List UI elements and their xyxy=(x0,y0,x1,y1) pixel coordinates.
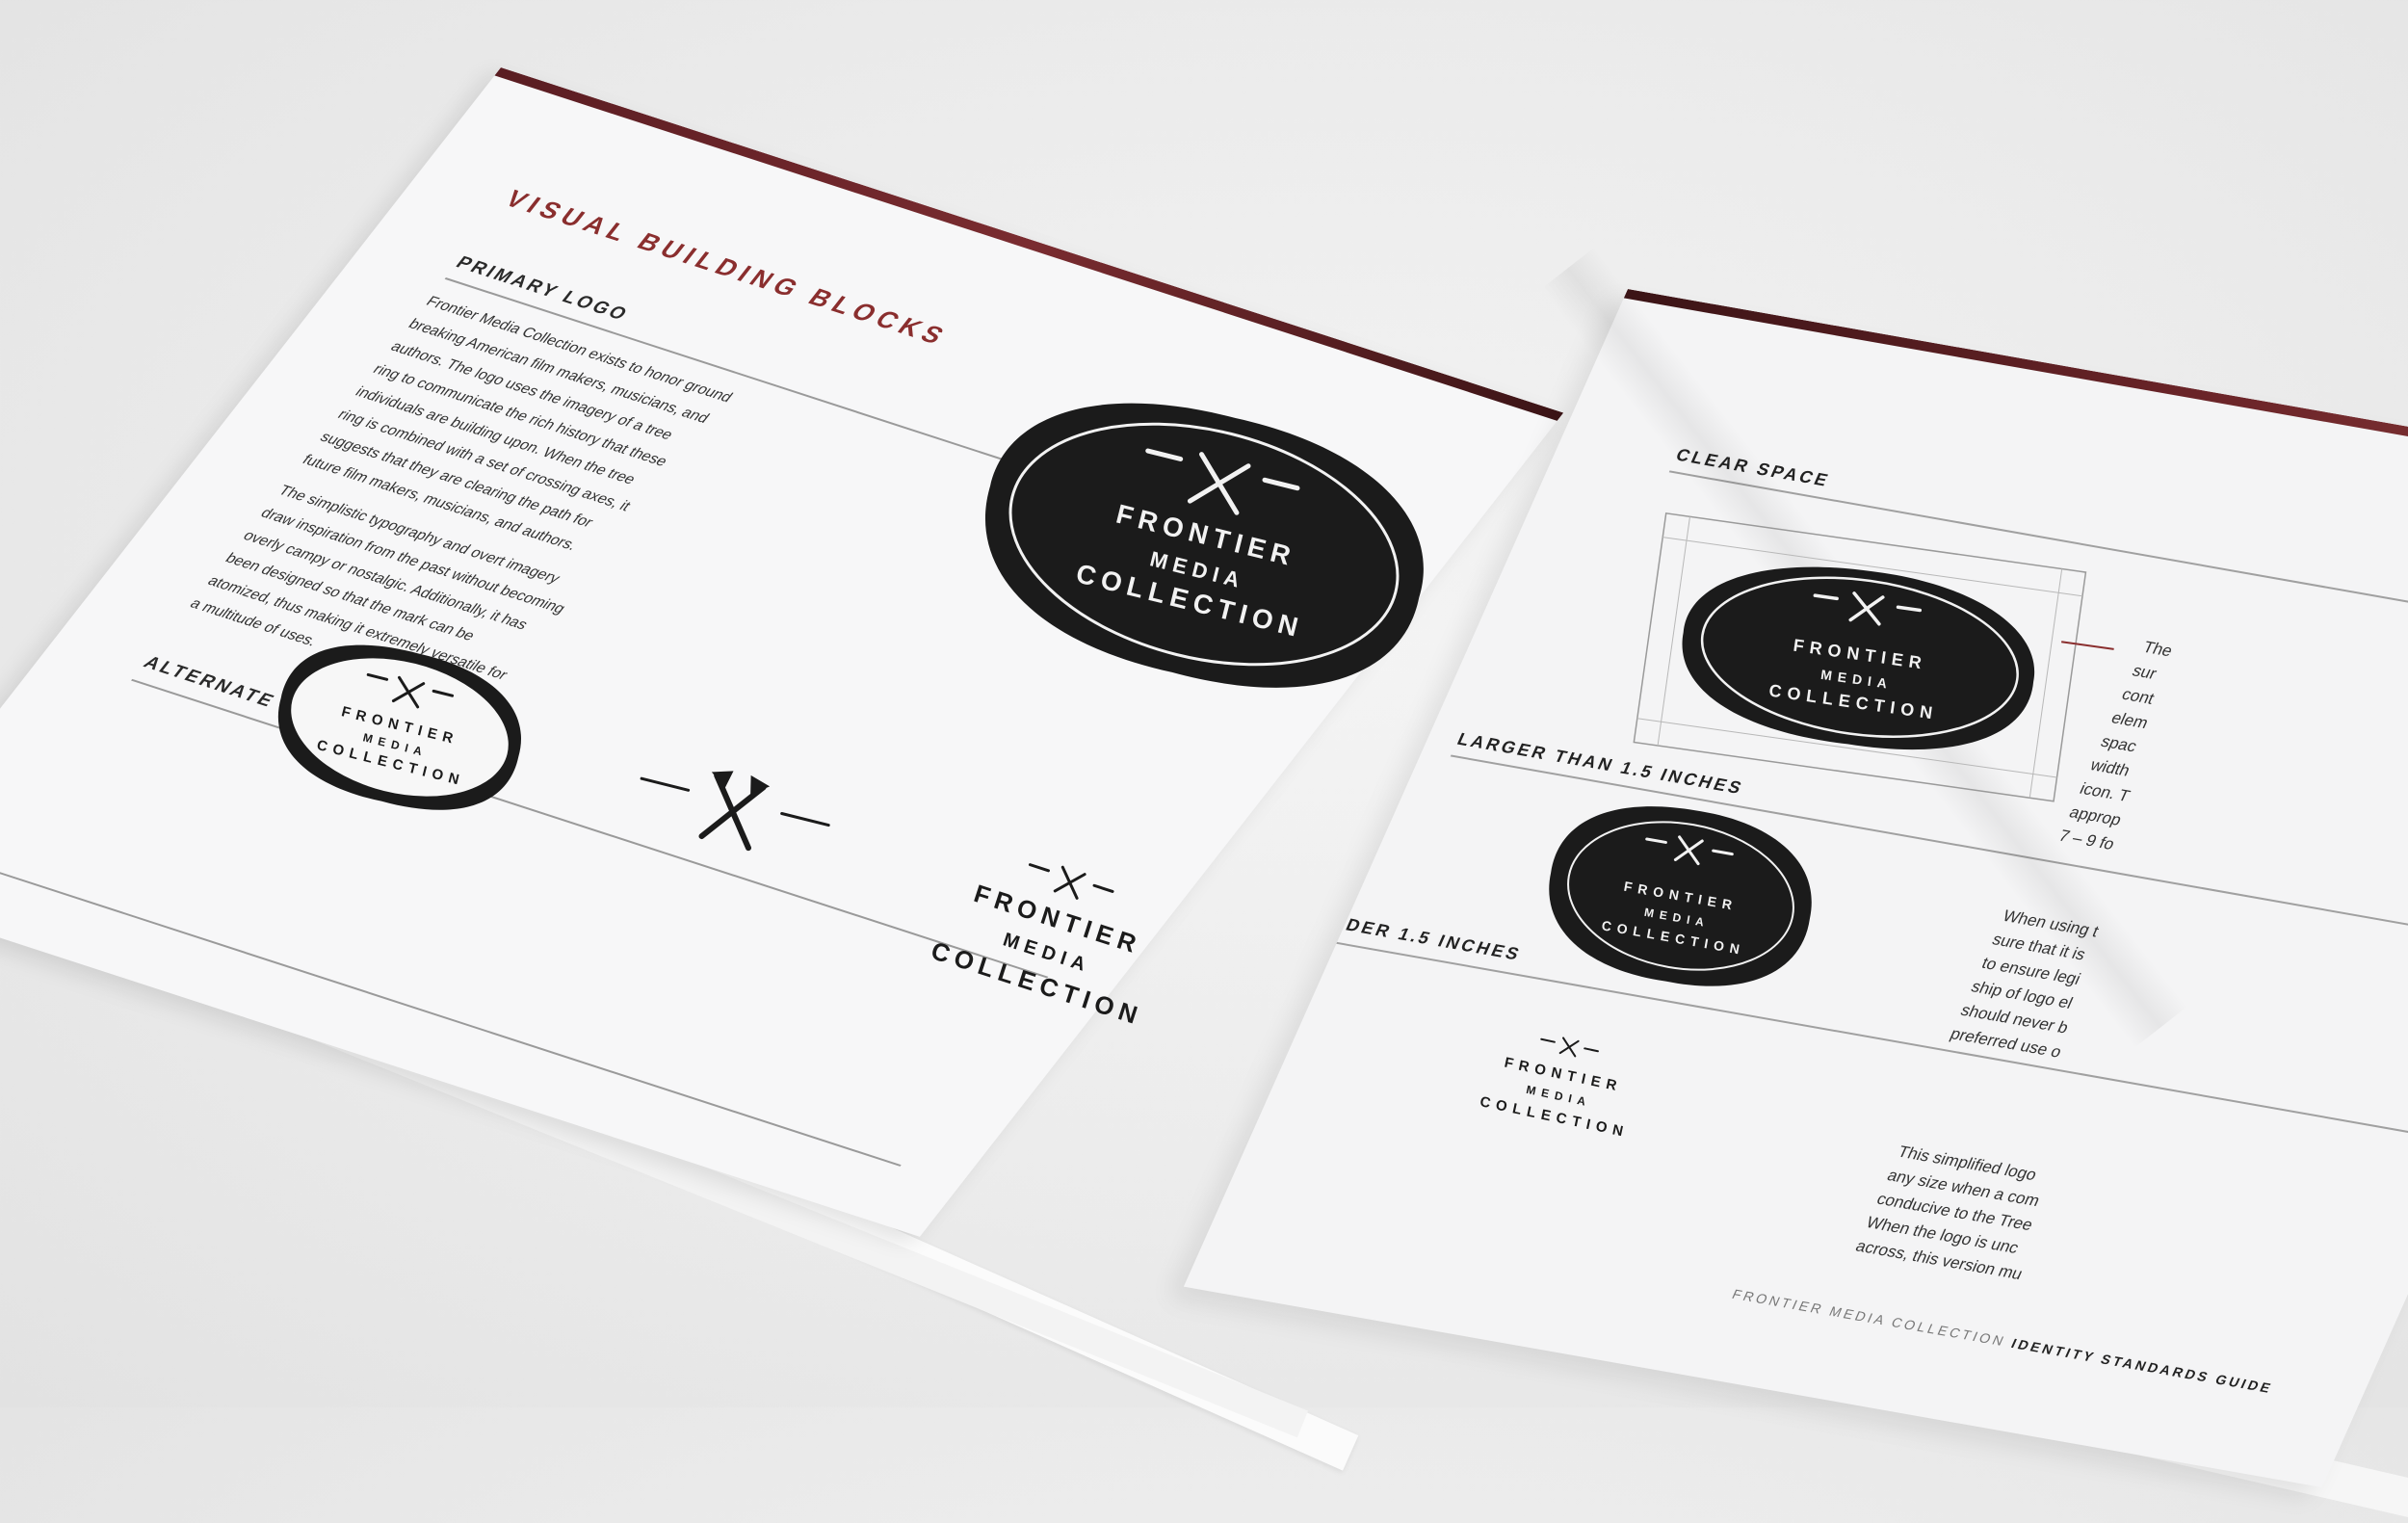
crossed-axes-mark xyxy=(626,761,838,867)
primary-logo: FRONTIER MEDIA COLLECTION xyxy=(973,403,1435,688)
small-size-logo: FRONTIER MEDIA COLLECTION xyxy=(1464,1031,1657,1146)
divider xyxy=(0,867,902,1167)
under-text: This simplified logo any size when a com… xyxy=(1851,1140,2151,1301)
large-size-logo: FRONTIER MEDIA COLLECTION xyxy=(1541,800,1820,992)
footer-guide-title: IDENTITY STANDARDS GUIDE xyxy=(2008,1335,2276,1397)
wordmark-logo: FRONTIER MEDIA COLLECTION xyxy=(915,848,1185,1040)
page-footer: FRONTIER MEDIA COLLECTION IDENTITY STAND… xyxy=(1730,1286,2276,1396)
section-title: VISUAL BUILDING BLOCKS xyxy=(499,184,955,352)
brochure-scene: VISUAL BUILDING BLOCKS PRIMARY LOGO Fron… xyxy=(0,0,2408,1523)
footer-brand: FRONTIER MEDIA COLLECTION xyxy=(1729,1286,2009,1350)
alternate-badge-logo: FRONTIER MEDIA COLLECTION xyxy=(270,644,530,810)
divider xyxy=(131,678,1049,979)
clear-space-logo: FRONTIER MEDIA COLLECTION xyxy=(1628,512,2129,802)
